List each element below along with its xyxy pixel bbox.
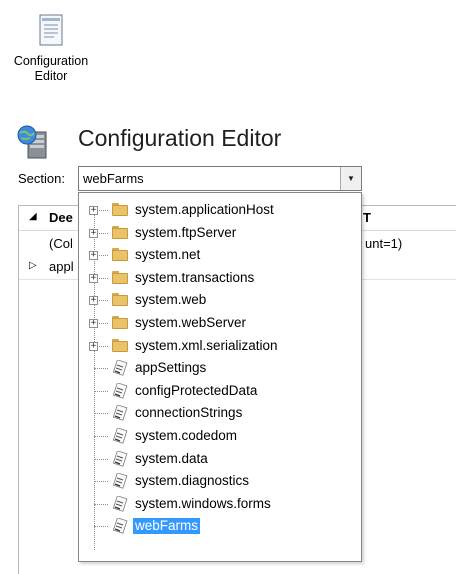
tree-connector [94,458,108,460]
grid-header-col1[interactable]: Dee [49,210,73,225]
section-icon [111,427,129,444]
expand-icon[interactable]: + [89,296,98,306]
expand-icon[interactable]: + [89,341,98,351]
tree-item[interactable]: + system.applicationHost [79,199,359,221]
grid-row1-col2: unt=1) [365,236,403,251]
expand-icon[interactable]: + [89,206,98,215]
tree-item[interactable]: + system.transactions [79,267,359,289]
tree-item[interactable]: configProtectedData [79,380,359,402]
tree-connector [94,526,108,528]
tree-item-label: appSettings [135,360,207,376]
tree-item[interactable]: system.data [79,448,359,470]
section-icon [111,495,129,512]
section-label: Section: [18,171,65,186]
section-combobox[interactable]: webFarms ▼ [78,166,362,191]
tree-item-label: system.net [135,247,201,263]
tree-connector [94,481,108,483]
folder-icon [111,202,129,218]
grid-row2-col1: appl [49,259,74,274]
tree-item[interactable]: appSettings [79,357,359,379]
tree-item[interactable]: system.codedom [79,425,359,447]
folder-icon [111,292,129,308]
tree-item-label: configProtectedData [135,382,258,398]
tree-item[interactable]: connectionStrings [79,402,359,424]
page-title: Configuration Editor [78,125,282,151]
tree-item-label: system.diagnostics [135,473,250,489]
tree-item[interactable]: webFarms [79,515,359,537]
tree-connector [94,503,108,505]
tree-item-label: connectionStrings [135,405,243,421]
tree-item[interactable]: + system.net [79,244,359,266]
tree-item[interactable]: + system.xml.serialization [79,335,359,357]
section-icon [111,472,129,489]
tree-item-label: system.xml.serialization [135,337,278,353]
folder-icon [111,338,129,354]
section-icon [111,404,129,422]
tree-item-label: system.data [135,450,208,466]
section-dropdown[interactable]: + system.applicationHost + system.ftpServer… [78,192,362,562]
server-globe-icon [16,124,50,160]
desktop-icon-label: Configuration Editor [13,54,89,83]
tree-item[interactable]: system.diagnostics [79,470,359,492]
expand-icon[interactable]: + [89,273,98,283]
tree-item[interactable]: system.windows.forms [79,493,359,515]
folder-icon [111,225,129,241]
tree-item-label: system.windows.forms [135,495,271,511]
grid-row1-col1: (Col [49,236,73,251]
tree-connector [94,390,108,392]
section-icon [111,382,129,399]
section-combobox-value: webFarms [83,171,144,186]
tree-item[interactable]: + system.webServer [79,312,359,334]
tree-item[interactable]: + system.ftpServer [79,222,359,244]
configuration-editor-icon [36,14,66,48]
tree-item-label: system.codedom [135,428,238,443]
tree-connector [94,436,108,437]
tree-item-label: webFarms [133,518,201,535]
tree-item-label: system.transactions [135,269,255,285]
chevron-down-icon[interactable]: ▼ [340,167,361,190]
expand-icon[interactable]: + [89,228,98,238]
tree-item[interactable]: + system.web [79,289,359,311]
tree-item-label: system.applicationHost [135,202,274,217]
tree-connector [94,368,108,370]
expand-icon[interactable]: + [89,319,98,328]
configuration-editor-desktop-shortcut[interactable]: Configuration Editor [6,14,96,84]
folder-icon [111,247,129,263]
tree-item-label: system.webServer [135,315,247,330]
collapse-icon[interactable]: ◢ [29,211,37,222]
grid-header-col2[interactable]: T [363,210,371,225]
tree-item-label: system.ftpServer [135,224,237,240]
section-icon [111,359,129,376]
section-icon [111,517,129,535]
folder-icon [111,315,129,331]
tree-item-label: system.web [135,292,207,308]
expand-icon[interactable]: ▷ [29,260,37,271]
expand-icon[interactable]: + [89,251,98,261]
section-icon [111,449,129,467]
tree-connector [94,413,108,415]
folder-icon [111,270,129,286]
